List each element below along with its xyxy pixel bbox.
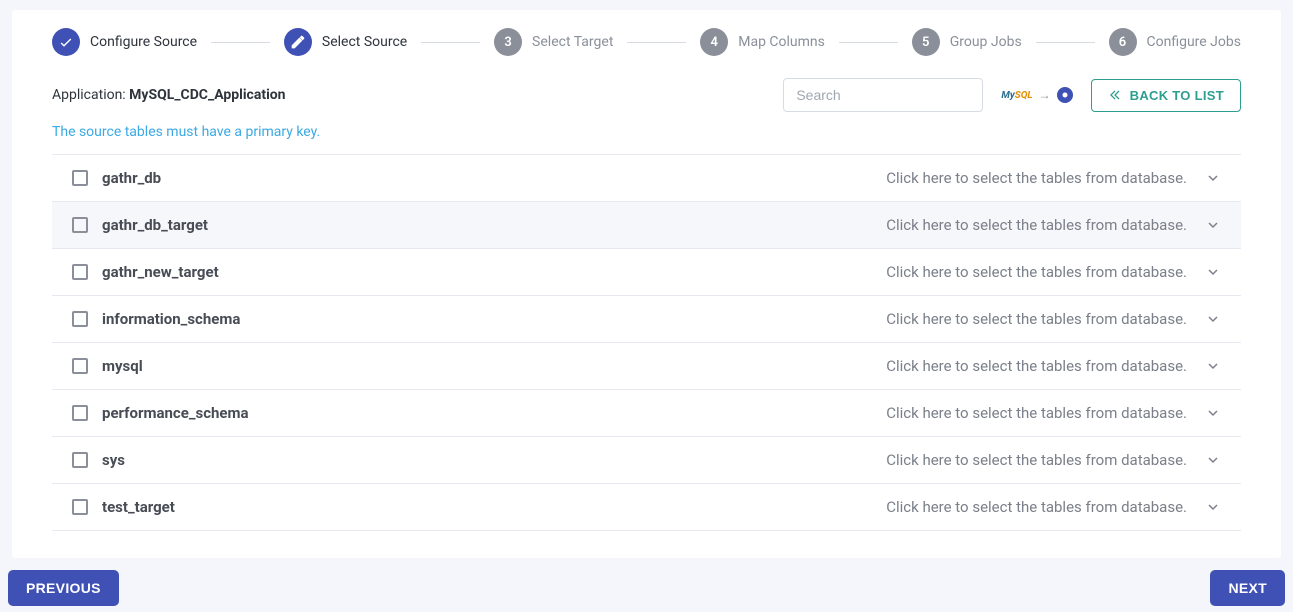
table-row[interactable]: information_schema Click here to select …	[52, 296, 1241, 343]
step-label: Group Jobs	[950, 34, 1022, 50]
chevron-down-icon[interactable]	[1205, 452, 1221, 468]
step-connector	[211, 42, 270, 43]
database-name: mysql	[102, 357, 143, 375]
check-icon	[52, 28, 80, 56]
table-row[interactable]: sys Click here to select the tables from…	[52, 437, 1241, 484]
database-name: performance_schema	[102, 404, 249, 422]
back-to-list-button[interactable]: BACK TO LIST	[1091, 79, 1241, 112]
step-connector	[421, 42, 480, 43]
step-label: Select Target	[532, 34, 613, 50]
select-tables-hint: Click here to select the tables from dat…	[886, 310, 1187, 328]
select-tables-hint: Click here to select the tables from dat…	[886, 404, 1187, 422]
step-number-icon: 5	[912, 28, 940, 56]
database-name: test_target	[102, 498, 175, 516]
chevron-down-icon[interactable]	[1205, 358, 1221, 374]
database-list: gathr_db Click here to select the tables…	[52, 154, 1241, 531]
row-checkbox[interactable]	[72, 170, 88, 186]
row-checkbox[interactable]	[72, 452, 88, 468]
chevron-down-icon[interactable]	[1205, 311, 1221, 327]
step-number-icon: 6	[1109, 28, 1137, 56]
chevron-double-left-icon	[1108, 88, 1122, 102]
select-tables-hint: Click here to select the tables from dat…	[886, 357, 1187, 375]
select-tables-hint: Click here to select the tables from dat…	[886, 451, 1187, 469]
select-tables-hint: Click here to select the tables from dat…	[886, 498, 1187, 516]
table-row[interactable]: performance_schema Click here to select …	[52, 390, 1241, 437]
next-button[interactable]: NEXT	[1210, 570, 1285, 606]
step-label: Map Columns	[738, 34, 825, 50]
step-label: Configure Source	[90, 34, 197, 50]
step-number-icon: 4	[700, 28, 728, 56]
primary-key-hint: The source tables must have a primary ke…	[12, 112, 1281, 154]
row-checkbox[interactable]	[72, 499, 88, 515]
database-name: sys	[102, 451, 125, 469]
previous-button[interactable]: PREVIOUS	[8, 570, 119, 606]
step-select-target[interactable]: 3 Select Target	[494, 28, 613, 56]
chevron-down-icon[interactable]	[1205, 264, 1221, 280]
row-checkbox[interactable]	[72, 358, 88, 374]
source-target-icon: MySQL →	[1001, 87, 1072, 103]
step-label: Select Source	[322, 34, 407, 50]
step-configure-source[interactable]: Configure Source	[52, 28, 197, 56]
step-number-icon: 3	[494, 28, 522, 56]
database-name: gathr_db	[102, 169, 161, 187]
chevron-down-icon[interactable]	[1205, 499, 1221, 515]
database-name: information_schema	[102, 310, 240, 328]
step-connector	[1036, 42, 1095, 43]
row-checkbox[interactable]	[72, 311, 88, 327]
chevron-down-icon[interactable]	[1205, 405, 1221, 421]
step-configure-jobs[interactable]: 6 Configure Jobs	[1109, 28, 1241, 56]
step-map-columns[interactable]: 4 Map Columns	[700, 28, 825, 56]
select-tables-hint: Click here to select the tables from dat…	[886, 216, 1187, 234]
row-checkbox[interactable]	[72, 405, 88, 421]
pencil-icon	[284, 28, 312, 56]
table-row[interactable]: mysql Click here to select the tables fr…	[52, 343, 1241, 390]
target-icon	[1057, 87, 1073, 103]
step-label: Configure Jobs	[1147, 34, 1241, 50]
table-row[interactable]: test_target Click here to select the tab…	[52, 484, 1241, 531]
search-input[interactable]	[783, 78, 983, 112]
select-tables-hint: Click here to select the tables from dat…	[886, 263, 1187, 281]
table-row[interactable]: gathr_db_target Click here to select the…	[52, 202, 1241, 249]
step-select-source[interactable]: Select Source	[284, 28, 407, 56]
row-checkbox[interactable]	[72, 217, 88, 233]
select-tables-hint: Click here to select the tables from dat…	[886, 169, 1187, 187]
application-name: Application: MySQL_CDC_Application	[52, 87, 286, 103]
step-group-jobs[interactable]: 5 Group Jobs	[912, 28, 1022, 56]
table-row[interactable]: gathr_new_target Click here to select th…	[52, 249, 1241, 296]
database-name: gathr_new_target	[102, 263, 219, 281]
chevron-down-icon[interactable]	[1205, 217, 1221, 233]
step-connector	[627, 42, 686, 43]
step-connector	[839, 42, 898, 43]
row-checkbox[interactable]	[72, 264, 88, 280]
chevron-down-icon[interactable]	[1205, 170, 1221, 186]
table-row[interactable]: gathr_db Click here to select the tables…	[52, 155, 1241, 202]
database-name: gathr_db_target	[102, 216, 208, 234]
stepper: Configure Source Select Source 3 Select …	[12, 10, 1281, 68]
